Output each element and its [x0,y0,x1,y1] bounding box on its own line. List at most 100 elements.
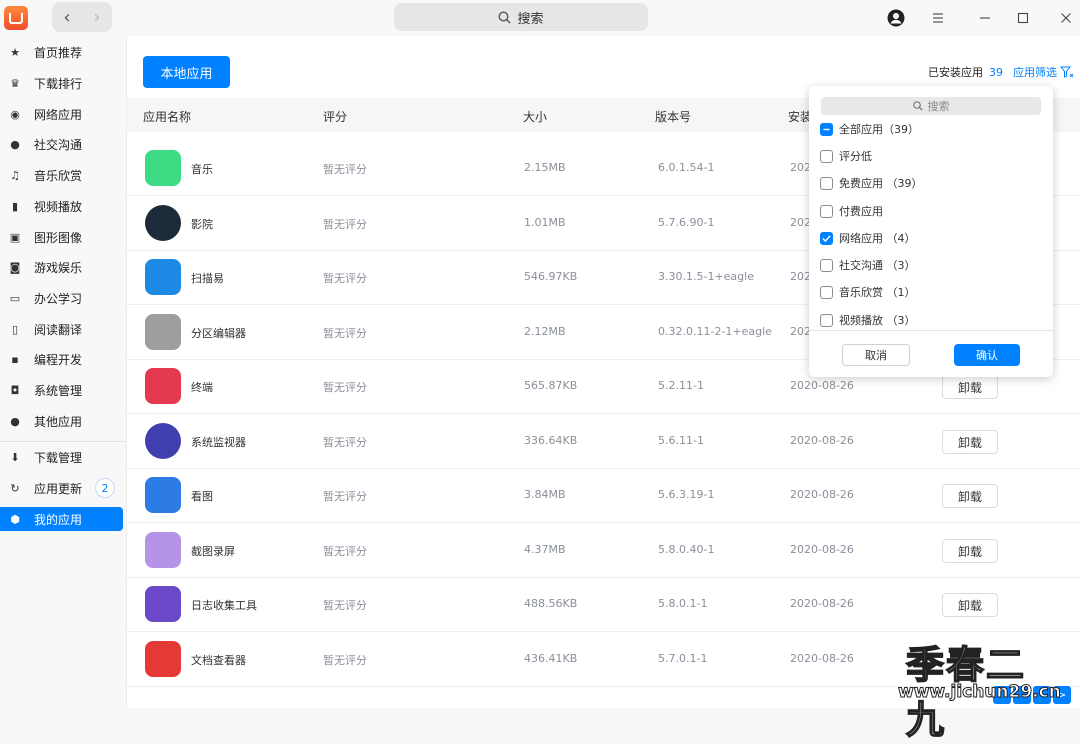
app-install-date: 2020-08-26 [790,434,854,447]
app-rating: 暂无评分 [323,490,367,503]
scanner-app-icon [145,259,181,295]
filter-option-network[interactable]: 网络应用 （4） [820,229,916,247]
chat-icon: ● [10,137,20,151]
app-version: 3.30.1.5-1+eagle [658,270,754,283]
table-row[interactable]: 看图 暂无评分 3.84MB 5.6.3.19-1 2020-08-26 卸载 [127,468,1080,523]
filter-option-label: 音乐欣赏 （1） [839,286,916,299]
uninstall-button[interactable]: 卸载 [942,593,998,617]
table-row[interactable]: 截图录屏 暂无评分 4.37MB 5.8.0.40-1 2020-08-26 卸载 [127,523,1080,578]
column-version[interactable]: 版本号 [655,108,691,125]
checkbox-icon[interactable] [820,258,833,272]
installed-apps-count: 已安装应用 39 [928,64,1003,80]
sidebar-item-development[interactable]: ▪ 编程开发 [0,347,123,371]
sidebar-item-label: 系统管理 [34,383,83,398]
cancel-button[interactable]: 取消 [842,344,910,366]
system-monitor-app-icon [145,423,181,459]
filter-option-free[interactable]: 免费应用 （39） [820,174,923,192]
sidebar-item-label: 音乐欣赏 [34,168,83,183]
checkbox-icon[interactable] [820,285,833,299]
sidebar-item-label: 应用更新 [34,481,83,496]
checked-checkbox-icon[interactable] [820,231,833,245]
app-size: 3.84MB [524,488,566,501]
confirm-button[interactable]: 确认 [954,344,1020,366]
sidebar-item-ranking[interactable]: ♛ 下载排行 [0,71,123,95]
local-apps-button[interactable]: 本地应用 [143,56,230,88]
app-version: 6.0.1.54-1 [658,161,715,174]
app-filter-link[interactable]: 应用筛选 [1013,64,1074,80]
minimize-icon[interactable] [975,8,995,28]
sidebar-item-system[interactable]: ◘ 系统管理 [0,378,123,402]
sidebar-item-music[interactable]: ♫ 音乐欣赏 [0,163,123,187]
app-install-date: 2020-08-26 [790,597,854,610]
column-name[interactable]: 应用名称 [143,108,191,125]
partial-checkbox-icon[interactable] [820,122,833,136]
filter-option-label: 付费应用 [839,205,883,218]
app-version: 0.32.0.11-2-1+eagle [658,325,772,338]
sidebar-item-download-manager[interactable]: ⬇ 下载管理 [0,445,123,469]
search-box[interactable]: 搜索 [394,3,648,31]
sidebar-item-social[interactable]: ● 社交沟通 [0,132,123,156]
office-icon: ▭ [9,291,21,305]
filter-label: 应用筛选 [1013,66,1057,79]
filter-option-video[interactable]: 视频播放 （3） [820,311,916,329]
column-rating[interactable]: 评分 [323,108,347,125]
uninstall-button[interactable]: 卸载 [942,539,998,563]
app-version: 5.2.11-1 [658,379,704,392]
filter-option-label: 全部应用（39） [839,123,919,136]
sidebar-item-video[interactable]: ▮ 视频播放 [0,194,123,218]
app-rating: 暂无评分 [323,436,367,449]
star-icon: ★ [10,45,20,59]
user-avatar-icon[interactable] [886,8,906,28]
filter-option-all[interactable]: 全部应用（39） [820,120,919,138]
app-install-date: 2020-08-26 [790,488,854,501]
filter-option-music[interactable]: 音乐欣赏 （1） [820,283,916,301]
back-button[interactable]: ‹ [52,2,82,32]
app-version: 5.7.0.1-1 [658,652,708,665]
uninstall-button[interactable]: 卸载 [942,375,998,399]
column-size[interactable]: 大小 [523,108,547,125]
sidebar-item-my-apps[interactable]: ⬢ 我的应用 [0,507,123,531]
screen-capture-app-icon [145,532,181,568]
terminal-icon: ▪ [11,352,19,366]
sidebar-item-updates[interactable]: ↻ 应用更新 2 [0,476,123,500]
app-rating: 暂无评分 [323,218,367,231]
sidebar-item-reading[interactable]: ▯ 阅读翻译 [0,317,123,341]
filter-search-input[interactable]: 搜索 [821,97,1041,115]
sidebar-item-label: 阅读翻译 [34,322,83,337]
watermark: 季春二九 www.jichun29.cn [898,634,1062,743]
app-rating: 暂无评分 [323,272,367,285]
sidebar-item-games[interactable]: ◙ 游戏娱乐 [0,255,123,279]
checkbox-icon[interactable] [820,149,833,163]
sidebar-item-office[interactable]: ▭ 办公学习 [0,286,123,310]
movie-app-icon [145,205,181,241]
search-label: 搜索 [517,11,544,27]
maximize-icon[interactable] [1013,8,1033,28]
filter-icon [1060,66,1074,78]
sidebar-item-home[interactable]: ★ 首页推荐 [0,40,123,64]
sidebar-item-graphics[interactable]: ▣ 图形图像 [0,225,123,249]
table-row[interactable]: 日志收集工具 暂无评分 488.56KB 5.8.0.1-1 2020-08-26 卸载 [127,577,1080,632]
filter-option-label: 评分低 [839,150,872,163]
filter-option-social[interactable]: 社交沟通 （3） [820,256,916,274]
sidebar-item-network[interactable]: ◉ 网络应用 [0,102,123,126]
app-install-date: 2020-08-26 [790,543,854,556]
close-icon[interactable] [1056,8,1076,28]
menu-icon[interactable] [928,8,948,28]
uninstall-button[interactable]: 卸载 [942,484,998,508]
app-filter-popup: 搜索 全部应用（39） 评分低 免费应用 （39） 付费应用 网络应用 （4） … [809,86,1053,377]
terminal-app-icon [145,368,181,404]
uninstall-button[interactable]: 卸载 [942,430,998,454]
filter-option-paid[interactable]: 付费应用 [820,202,883,220]
download-icon: ⬇ [10,450,20,464]
table-row[interactable]: 系统监视器 暂无评分 336.64KB 5.6.11-1 2020-08-26 卸载 [127,414,1080,469]
app-name: 扫描易 [191,272,224,285]
music-app-icon [145,150,181,186]
checkbox-icon[interactable] [820,176,833,190]
checkbox-icon[interactable] [820,204,833,218]
checkbox-icon[interactable] [820,313,833,327]
forward-button[interactable]: › [82,2,112,32]
sidebar-item-label: 视频播放 [34,199,83,214]
filter-option-low-rating[interactable]: 评分低 [820,147,872,165]
sidebar-item-other[interactable]: ● 其他应用 [0,409,123,433]
app-rating: 暂无评分 [323,381,367,394]
